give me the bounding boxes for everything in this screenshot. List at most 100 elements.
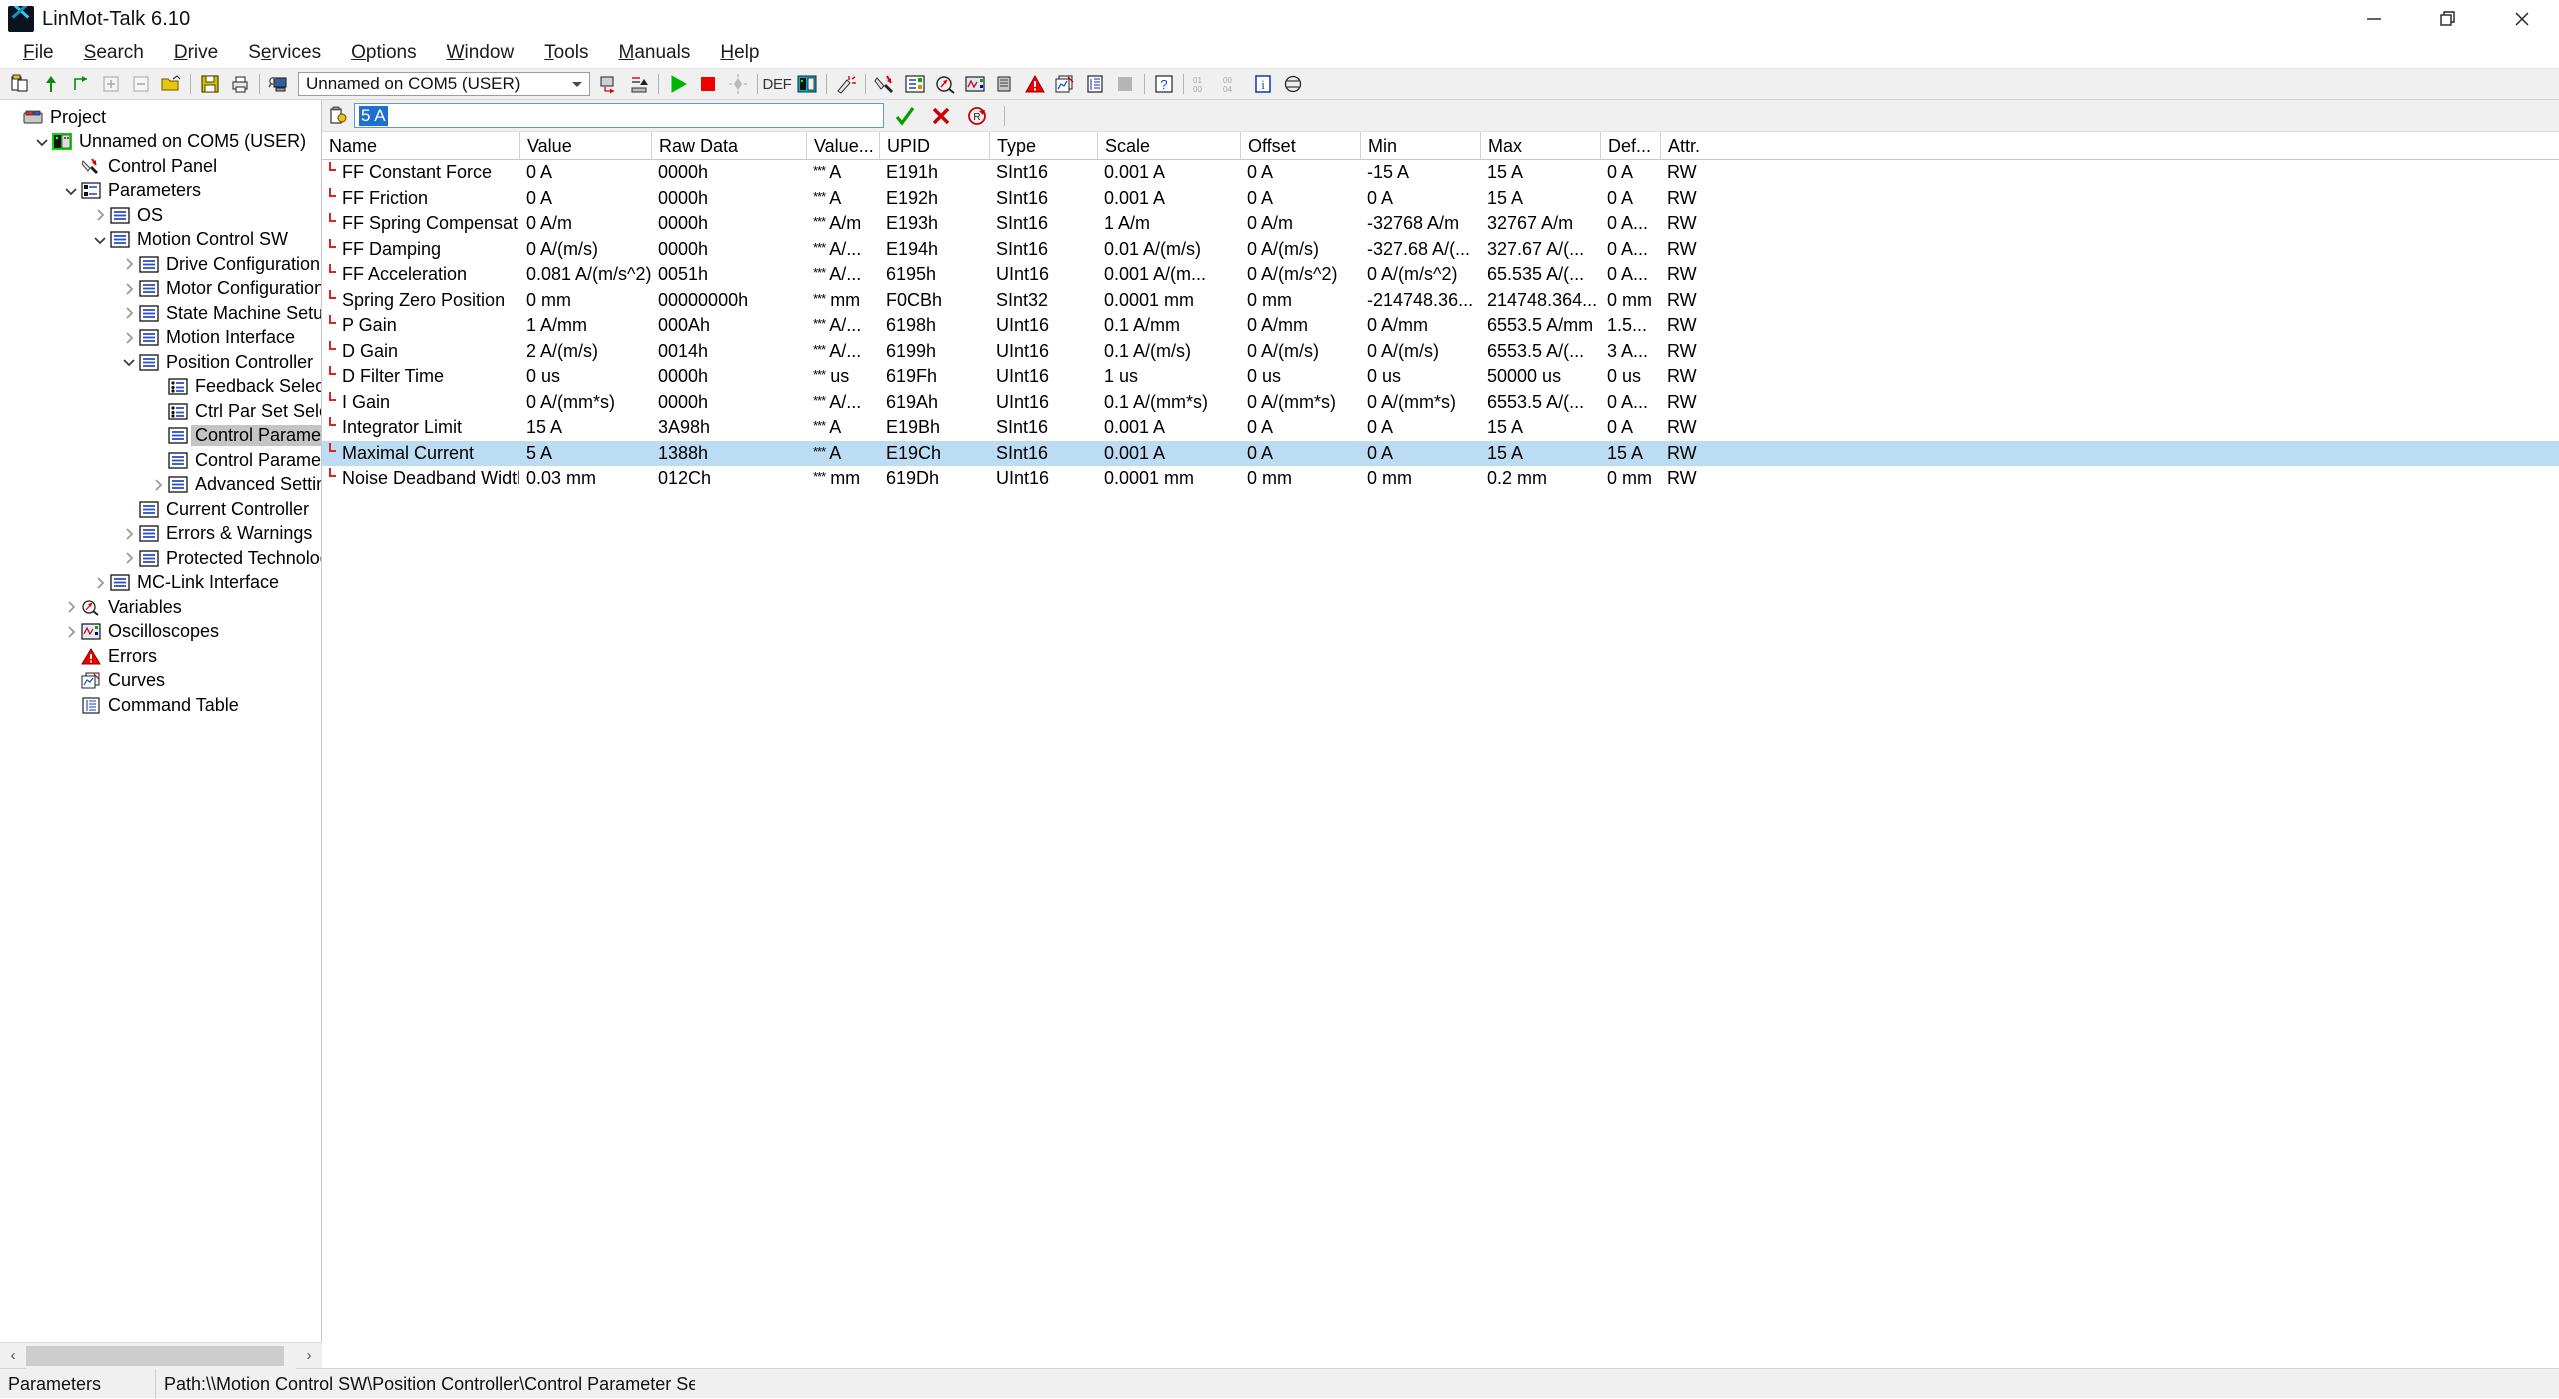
tree-item-errors-warnings[interactable]: Errors & Warnings <box>0 522 321 547</box>
command-table-list-icon[interactable] <box>1080 70 1110 98</box>
tree-item-control-panel[interactable]: Control Panel <box>0 154 321 179</box>
help-icon[interactable]: ? <box>1149 70 1179 98</box>
column-header-def[interactable]: Def... <box>1600 131 1660 160</box>
cancel-cross-icon[interactable] <box>926 102 956 130</box>
tree-item-state-machine-setup[interactable]: State Machine Setup <box>0 301 321 326</box>
errors-warning-icon[interactable] <box>1020 70 1050 98</box>
loop-icon[interactable] <box>66 70 96 98</box>
run-icon[interactable] <box>663 70 693 98</box>
reset-default-icon[interactable]: R <box>962 102 992 130</box>
open-folder-icon[interactable] <box>156 70 186 98</box>
tree-item-motion-control-sw[interactable]: Motion Control SW <box>0 228 321 253</box>
table-row[interactable]: D Filter Time 0 us 0000h *** us 619Fh UInt16 1… <box>322 364 2559 390</box>
chevron-right-icon[interactable] <box>120 255 138 273</box>
close-button[interactable] <box>2485 0 2559 38</box>
menu-tools[interactable]: Tools <box>529 40 603 67</box>
minimize-button[interactable] <box>2337 0 2411 38</box>
scroll-right-icon[interactable]: › <box>296 1343 322 1369</box>
tree-item-control-parameter-set-b[interactable]: Control Parameter Set B <box>0 448 321 473</box>
tree-item-unnamed-on-com5-user[interactable]: Unnamed on COM5 (USER) <box>0 130 321 155</box>
tree-item-variables[interactable]: Variables <box>0 595 321 620</box>
chevron-right-icon[interactable] <box>120 549 138 567</box>
chevron-down-icon[interactable] <box>33 133 51 151</box>
scroll-left-icon[interactable]: ‹ <box>0 1343 26 1369</box>
chevron-right-icon[interactable] <box>62 598 80 616</box>
parameters-icon[interactable] <box>900 70 930 98</box>
tree-item-protected-technology-functions[interactable]: Protected Technology Functions <box>0 546 321 571</box>
chevron-right-icon[interactable] <box>91 574 109 592</box>
tree-item-mc-link-interface[interactable]: MC-Link Interface <box>0 571 321 596</box>
connect-drive-icon[interactable] <box>264 70 294 98</box>
table-row[interactable]: FF Damping 0 A/(m/s) 0000h *** A/... E194h SI… <box>322 237 2559 263</box>
value-edit-input[interactable]: 5 A <box>354 103 884 128</box>
menu-options[interactable]: Options <box>336 40 431 67</box>
tree-horizontal-scrollbar[interactable]: ‹ › <box>0 1342 322 1369</box>
column-header-raw[interactable]: Raw Data <box>651 131 806 160</box>
upload-icon[interactable] <box>36 70 66 98</box>
table-row[interactable]: Noise Deadband Width 0.03 mm 012Ch *** mm 61… <box>322 466 2559 492</box>
tree-item-ctrl-par-set-selection[interactable]: Ctrl Par Set Selection <box>0 399 321 424</box>
column-header-scale[interactable]: Scale <box>1097 131 1240 160</box>
tree-item-drive-configuration[interactable]: Drive Configuration <box>0 252 321 277</box>
table-row[interactable]: Integrator Limit 15 A 3A98h *** A E19Bh SInt1… <box>322 415 2559 441</box>
chevron-right-icon[interactable] <box>120 280 138 298</box>
chevron-right-icon[interactable] <box>120 525 138 543</box>
curves-icon[interactable] <box>1050 70 1080 98</box>
scroll-track[interactable] <box>26 1342 296 1369</box>
table-row[interactable]: FF Spring Compensation 0 A/m 0000h *** A/m E… <box>322 211 2559 237</box>
info-icon[interactable]: i <box>1248 70 1278 98</box>
stop-icon[interactable] <box>693 70 723 98</box>
command-table-icon[interactable] <box>990 70 1020 98</box>
tree-item-current-controller[interactable]: Current Controller <box>0 497 321 522</box>
chevron-right-icon[interactable] <box>120 329 138 347</box>
chevron-down-icon[interactable] <box>91 231 109 249</box>
tree-item-control-parameter-set-a[interactable]: Control Parameter Set A <box>0 424 321 449</box>
column-header-name[interactable]: Name <box>322 132 519 160</box>
tree-item-parameters[interactable]: Parameters <box>0 179 321 204</box>
tree-item-motor-configuration[interactable]: Motor Configuration <box>0 277 321 302</box>
connection-combo[interactable]: Unnamed on COM5 (USER) <box>298 72 590 96</box>
chevron-right-icon[interactable] <box>149 476 167 494</box>
table-row[interactable]: FF Friction 0 A 0000h *** A E192h SInt16 0.001… <box>322 186 2559 212</box>
print-icon[interactable] <box>225 70 255 98</box>
column-header-offset[interactable]: Offset <box>1240 131 1360 160</box>
table-row[interactable]: FF Acceleration 0.081 A/(m/s^2) 0051h *** A… <box>322 262 2559 288</box>
default-parameters-icon[interactable]: DEF <box>762 70 792 98</box>
menu-file[interactable]: File <box>8 40 69 67</box>
accept-check-icon[interactable] <box>890 102 920 130</box>
column-header-type[interactable]: Type <box>989 131 1097 160</box>
scroll-thumb[interactable] <box>26 1345 284 1366</box>
menu-drive[interactable]: Drive <box>159 40 233 67</box>
maximize-button[interactable] <box>2411 0 2485 38</box>
chevron-right-icon[interactable] <box>62 623 80 641</box>
menu-help[interactable]: Help <box>705 40 774 67</box>
column-header-valuex[interactable]: Value... <box>806 131 879 160</box>
wizard-icon[interactable] <box>831 70 861 98</box>
tree-item-advanced-settings[interactable]: Advanced Settings <box>0 473 321 498</box>
tree-item-position-controller[interactable]: Position Controller <box>0 350 321 375</box>
download-parameters-icon[interactable] <box>594 70 624 98</box>
tree-item-motion-interface[interactable]: Motion Interface <box>0 326 321 351</box>
control-panel-icon[interactable] <box>870 70 900 98</box>
table-row[interactable]: FF Constant Force 0 A 0000h *** A E191h SInt1… <box>322 160 2559 186</box>
chevron-right-icon[interactable] <box>120 304 138 322</box>
menu-services[interactable]: Services <box>233 40 336 67</box>
menu-window[interactable]: Window <box>432 40 530 67</box>
parameter-table-body[interactable]: FF Constant Force 0 A 0000h *** A E191h SInt1… <box>322 160 2559 492</box>
menu-search[interactable]: Search <box>69 40 159 67</box>
table-row[interactable]: Spring Zero Position 0 mm 00000000h *** mm F… <box>322 288 2559 314</box>
tree-item-oscilloscopes[interactable]: Oscilloscopes <box>0 620 321 645</box>
tree-item-project[interactable]: Project <box>0 105 321 130</box>
table-row[interactable]: Maximal Current 5 A 1388h *** A E19Ch SInt16 0… <box>322 440 2559 466</box>
tree-item-errors[interactable]: Errors <box>0 644 321 669</box>
column-header-upid[interactable]: UPID <box>879 131 989 160</box>
menu-manuals[interactable]: Manuals <box>604 40 706 67</box>
table-row[interactable]: P Gain 1 A/mm 000Ah *** A/... 6198h UInt16 0.1… <box>322 313 2559 339</box>
save-icon[interactable] <box>195 70 225 98</box>
upload-parameters-icon[interactable] <box>624 70 654 98</box>
tree-item-command-table[interactable]: Command Table <box>0 693 321 718</box>
oscilloscope-icon[interactable] <box>960 70 990 98</box>
chevron-right-icon[interactable] <box>91 206 109 224</box>
drive-status-icon[interactable] <box>792 70 822 98</box>
column-header-value[interactable]: Value <box>519 131 651 160</box>
